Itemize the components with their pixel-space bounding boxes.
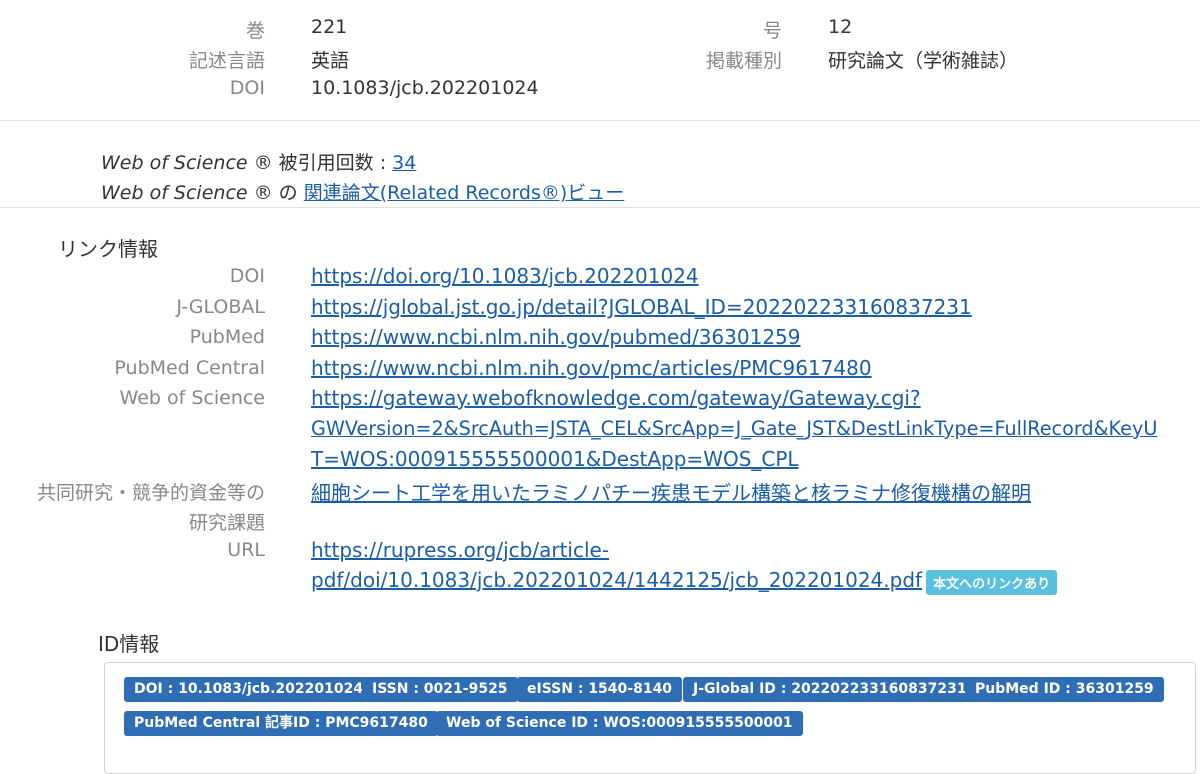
link-pubmed-label: PubMed bbox=[189, 326, 265, 348]
link-doi-url[interactable]: https://doi.org/10.1083/jcb.202201024 bbox=[311, 264, 699, 288]
link-wos-label: Web of Science bbox=[119, 387, 265, 409]
fulltext-available-badge: 本文へのリンクあり bbox=[926, 570, 1058, 595]
wos-reg-mark: ® bbox=[247, 182, 273, 204]
id-tag-pubmed: PubMed ID : 36301259 bbox=[965, 677, 1164, 702]
wos-cited-row: Web of Science ® 被引用回数 : 34 bbox=[101, 148, 416, 175]
wos-brand: Web of Science bbox=[101, 182, 248, 204]
id-tag-jglobal: J-Global ID : 202202233160837231 bbox=[683, 677, 977, 702]
link-pmc-url[interactable]: https://www.ncbi.nlm.nih.gov/pmc/article… bbox=[311, 356, 872, 380]
volume-label: 巻 bbox=[245, 20, 265, 42]
publication-type-value: 研究論文（学術雑誌） bbox=[828, 50, 1019, 72]
id-tag-pmc: PubMed Central 記事ID : PMC9617480 bbox=[124, 711, 438, 736]
wos-brand: Web of Science bbox=[101, 152, 248, 174]
link-fulltext-url-line2[interactable]: pdf/doi/10.1083/jcb.202201024/1442125/jc… bbox=[311, 568, 922, 592]
doi-value: 10.1083/jcb.202201024 bbox=[311, 77, 539, 99]
wos-related-records-link[interactable]: 関連論文(Related Records®)ビュー bbox=[304, 182, 625, 204]
wos-no: の bbox=[272, 182, 304, 204]
link-wos-url-line2[interactable]: GWVersion=2&SrcAuth=JSTA_CEL&SrcApp=J_Ga… bbox=[311, 417, 1157, 440]
language-label: 記述言語 bbox=[188, 50, 265, 72]
link-grant-project[interactable]: 細胞シート工学を用いたラミノパチー疾患モデル構築と核ラミナ修復機構の解明 bbox=[311, 477, 1031, 506]
link-doi-label: DOI bbox=[229, 265, 265, 287]
id-tag-eissn: eISSN : 1540-8140 bbox=[517, 677, 683, 702]
link-pmc-label: PubMed Central bbox=[114, 357, 265, 379]
language-value: 英語 bbox=[311, 50, 350, 72]
link-url-label: URL bbox=[227, 539, 265, 561]
wos-cited-count-link[interactable]: 34 bbox=[392, 152, 416, 174]
link-jglobal-url[interactable]: https://jglobal.jst.go.jp/detail?JGLOBAL… bbox=[311, 295, 972, 319]
id-info-box: DOI : 10.1083/jcb.202201024 ISSN : 0021-… bbox=[104, 662, 1196, 774]
link-fulltext-url-line2-row: pdf/doi/10.1083/jcb.202201024/1442125/jc… bbox=[311, 568, 1058, 595]
publication-type-label: 掲載種別 bbox=[705, 50, 782, 72]
issue-label: 号 bbox=[762, 20, 782, 42]
id-tag-wos: Web of Science ID : WOS:000915555500001 bbox=[436, 711, 803, 736]
id-tag-issn: ISSN : 0021-9525 bbox=[362, 677, 518, 702]
link-grant-label-line2: 研究課題 bbox=[188, 512, 265, 534]
link-fulltext-url-line1[interactable]: https://rupress.org/jcb/article- bbox=[311, 538, 609, 562]
divider bbox=[0, 120, 1200, 121]
wos-related-row: Web of Science ® の 関連論文(Related Records®… bbox=[101, 178, 624, 205]
link-grant-label-line1: 共同研究・競争的資金等の bbox=[36, 482, 265, 504]
doi-label: DOI bbox=[229, 77, 265, 99]
id-info-title: ID情報 bbox=[98, 632, 160, 656]
link-info-title: リンク情報 bbox=[58, 237, 158, 261]
volume-value: 221 bbox=[311, 16, 348, 38]
wos-reg-mark: ® bbox=[247, 152, 273, 174]
issue-value: 12 bbox=[828, 16, 853, 38]
divider bbox=[0, 207, 1200, 208]
link-jglobal-label: J-GLOBAL bbox=[176, 296, 265, 318]
link-wos-url-line1[interactable]: https://gateway.webofknowledge.com/gatew… bbox=[311, 386, 921, 410]
link-wos-url-line3[interactable]: T=WOS:000915555500001&DestApp=WOS_CPL bbox=[311, 447, 799, 471]
id-tag-doi: DOI : 10.1083/jcb.202201024 bbox=[124, 677, 374, 702]
wos-cited-label: 被引用回数 : bbox=[272, 152, 393, 174]
link-pubmed-url[interactable]: https://www.ncbi.nlm.nih.gov/pubmed/3630… bbox=[311, 325, 801, 349]
